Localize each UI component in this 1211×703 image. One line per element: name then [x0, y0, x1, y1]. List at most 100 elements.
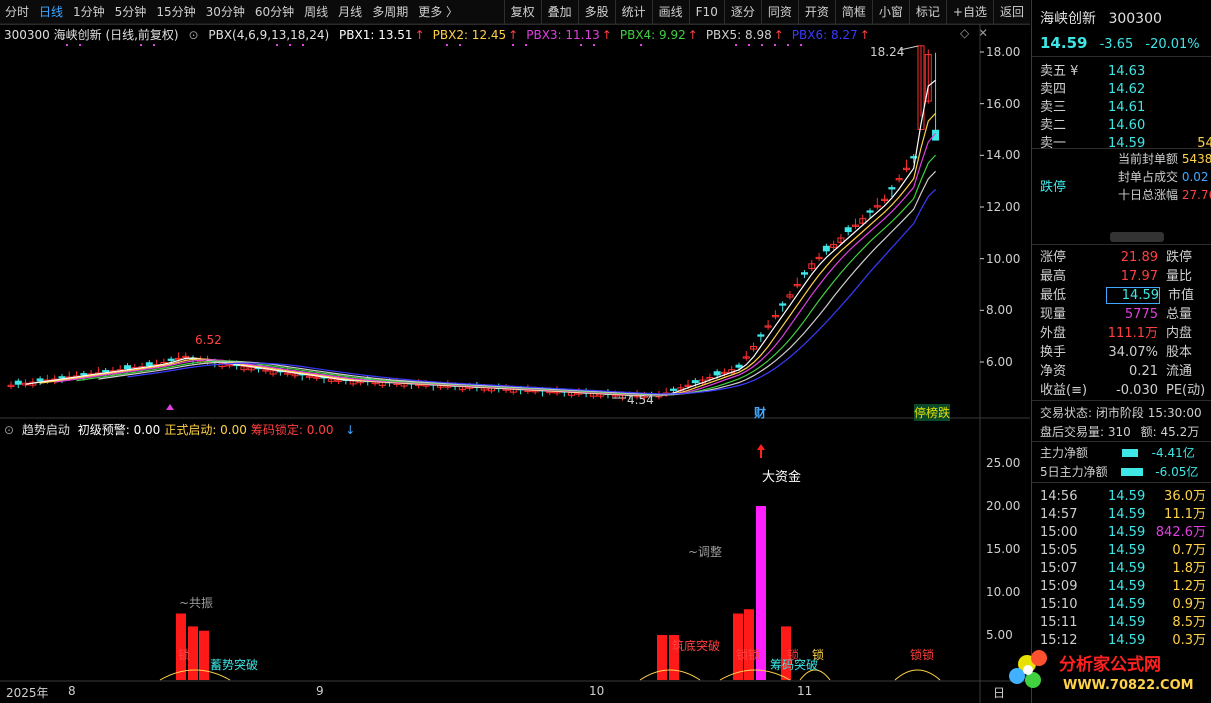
tick-time: 15:11: [1040, 615, 1078, 630]
signal-dot: [748, 44, 750, 46]
lock-label: 锁锁: [910, 648, 935, 662]
stat-key2: 跌停: [1166, 250, 1193, 265]
stat-key: 净资: [1040, 364, 1067, 379]
quote-stock-code: 300300: [1108, 11, 1162, 27]
tick-time: 15:09: [1040, 579, 1078, 594]
signal-dot: [774, 44, 776, 46]
tick-time: 15:10: [1040, 597, 1078, 612]
stat-value: -0.030: [1116, 383, 1158, 398]
stat-row: 换手 34.07% 股本: [1040, 341, 1211, 360]
main5-net-value: -6.05亿: [1155, 465, 1199, 479]
ask-label: 卖四: [1040, 82, 1067, 97]
tick-volume: 11.1万: [1164, 507, 1206, 522]
price-tick: 12.00: [986, 200, 1021, 214]
tick-volume: 1.2万: [1172, 579, 1206, 594]
high-price-label: 18.24: [870, 45, 905, 59]
tick-row: 15:09 14.59 1.2万: [1040, 575, 1211, 594]
stat-row: 净资 0.21 流通: [1040, 360, 1211, 379]
seal-ratio-label: 封单占成交: [1118, 170, 1179, 184]
candle-body: [822, 245, 830, 252]
breakthrough-label: 筹码突破: [770, 658, 819, 672]
signal-dot: [276, 44, 278, 46]
candle-body: [801, 272, 809, 275]
stat-key: 换手: [1040, 345, 1067, 360]
candle-body: [735, 364, 743, 368]
signal-dot: [761, 44, 763, 46]
trade-state: 闭市阶段 15:30:00: [1095, 406, 1202, 420]
price-tick: 8.00: [986, 303, 1013, 318]
ask-label: 卖三: [1040, 100, 1067, 115]
stat-row: 外盘 111.1万 内盘: [1040, 322, 1211, 341]
stat-key2: 流通: [1166, 364, 1193, 379]
ask-label: 卖五 ¥: [1040, 64, 1079, 79]
stat-key: 现量: [1040, 307, 1067, 322]
tick-price: 14.59: [1108, 597, 1146, 612]
seal-amount: 5438: [1181, 152, 1211, 166]
candle-body: [80, 373, 88, 376]
watermark-url: WWW.70822.COM: [1063, 678, 1194, 693]
stat-key: 外盘: [1040, 326, 1067, 341]
candle-body: [691, 380, 699, 384]
after-amt: 45.2万: [1160, 425, 1200, 439]
resonance-label: ~共振: [179, 596, 214, 610]
signal-dot: [525, 44, 527, 46]
time-tick: 11: [797, 684, 813, 698]
after-vol-label: 盘后交易量:: [1040, 425, 1105, 439]
seal-amount-label: 当前封单额: [1118, 152, 1179, 166]
ask-price: 14.61: [1108, 100, 1146, 115]
quote-pct: -20.01%: [1145, 37, 1200, 52]
after-vol: 310: [1107, 425, 1131, 439]
ask-row: 卖二 14.60: [1040, 114, 1210, 133]
collapse-handle[interactable]: [1110, 232, 1164, 242]
ask-price: 14.60: [1108, 118, 1146, 133]
ten-day-label: 十日总涨幅: [1118, 188, 1179, 202]
signal-bar: [657, 635, 667, 680]
main-net-value: -4.41亿: [1151, 446, 1195, 460]
quote-panel: 海峡创新 300300 14.59 -3.65 -20.01% 卖五 ¥ 14.6…: [1031, 0, 1211, 703]
price-tick: 16.00: [986, 96, 1021, 111]
stat-key: 涨停: [1040, 250, 1067, 265]
time-tick: 8: [68, 684, 76, 698]
tick-row: 15:10 14.59 0.9万: [1040, 593, 1211, 612]
ask-row: 卖四 14.62: [1040, 78, 1210, 97]
lock-label: 锁: [178, 648, 191, 662]
tick-price: 14.59: [1108, 507, 1146, 522]
stat-key2: 量比: [1166, 269, 1193, 284]
stat-key2: PE(动): [1166, 383, 1206, 398]
tick-volume: 842.6万: [1155, 525, 1206, 540]
candle-body: [713, 371, 721, 376]
finance-marker[interactable]: 财: [754, 404, 766, 421]
tick-row: 15:05 14.59 0.7万: [1040, 539, 1211, 558]
signal-bar: [744, 609, 754, 680]
tick-price: 14.59: [1108, 579, 1146, 594]
stat-row: 收益(≡) -0.030 PE(动): [1040, 379, 1211, 398]
kline-chart[interactable]: [0, 0, 1030, 703]
signal-dot: [140, 44, 142, 46]
quote-change: -3.65: [1099, 37, 1134, 52]
main-net-label: 主力净额: [1040, 446, 1089, 460]
tick-price: 14.59: [1108, 543, 1146, 558]
candle-body: [145, 362, 153, 367]
tick-volume: 0.7万: [1172, 543, 1206, 558]
limit-down-marker[interactable]: 停榜跌: [914, 404, 951, 421]
tick-time: 15:00: [1040, 525, 1078, 540]
candle-body: [58, 376, 66, 379]
signal-dot: [459, 44, 461, 46]
tick-row: 15:00 14.59 842.6万: [1040, 521, 1211, 540]
stat-value: 34.07%: [1108, 345, 1158, 360]
limit-state-label: 跌停: [1040, 180, 1067, 195]
signal-bar: [199, 630, 209, 680]
stat-key: 最低: [1040, 288, 1067, 303]
candle-body: [167, 358, 175, 361]
up-arrow-icon: [757, 444, 765, 458]
stat-value: 21.89: [1120, 250, 1158, 265]
trade-state-label: 交易状态:: [1040, 406, 1093, 420]
sub-curve: [894, 669, 941, 681]
tick-time: 14:56: [1040, 489, 1078, 504]
time-tick: 9: [316, 684, 324, 698]
price-tick: 14.00: [986, 148, 1021, 163]
sub-tick: 20.00: [986, 499, 1021, 513]
ten-day-value: 27.76: [1181, 188, 1211, 202]
stat-value: 5775: [1124, 307, 1158, 322]
signal-dot: [787, 44, 789, 46]
